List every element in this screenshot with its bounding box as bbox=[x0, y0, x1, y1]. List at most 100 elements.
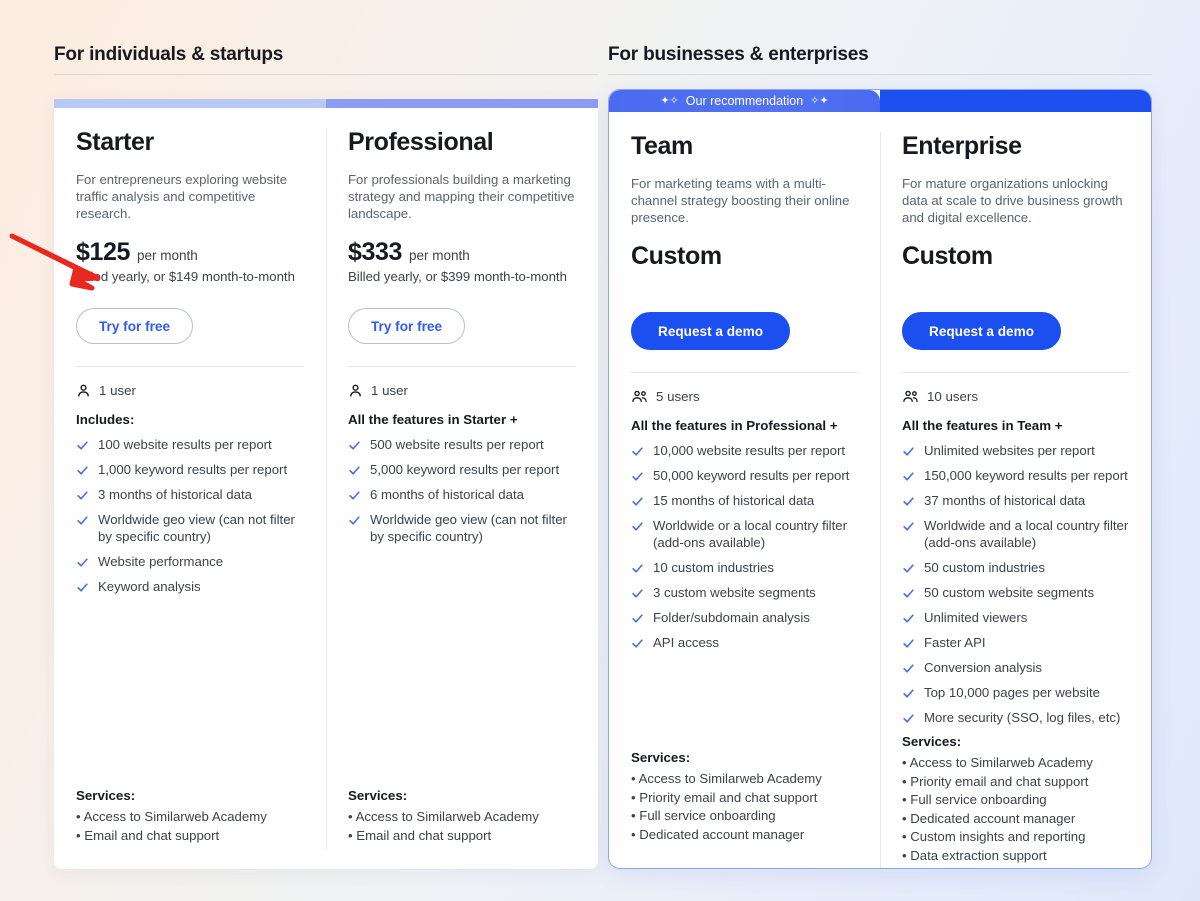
plan-price: Custom bbox=[902, 242, 993, 270]
feature-item: 50 custom website segments bbox=[902, 584, 1129, 601]
service-item: Dedicated account manager bbox=[902, 810, 1129, 829]
features-list: 100 website results per report 1,000 keyw… bbox=[76, 436, 304, 603]
feature-label: 10,000 website results per report bbox=[653, 443, 846, 458]
feature-item: 150,000 keyword results per report bbox=[902, 467, 1129, 484]
feature-item: 15 months of historical data bbox=[631, 492, 858, 509]
plan-card-team[interactable]: ✦✧ Our recommendation ✧✦ Team For market… bbox=[609, 90, 880, 868]
services-title: Services: bbox=[348, 788, 408, 803]
plan-users: 5 users bbox=[631, 389, 858, 404]
feature-item: Worldwide or a local country filter (add… bbox=[631, 517, 858, 551]
service-item: Access to Similarweb Academy bbox=[76, 808, 304, 827]
check-icon bbox=[903, 664, 914, 673]
feature-label: 37 months of historical data bbox=[924, 493, 1086, 508]
pricing-page: For individuals & startups For businesse… bbox=[0, 0, 1200, 901]
service-item: Dedicated account manager bbox=[631, 826, 858, 845]
feature-label: 50 custom industries bbox=[924, 560, 1045, 575]
try-for-free-button[interactable]: Try for free bbox=[76, 308, 194, 344]
service-item: Priority email and chat support bbox=[902, 773, 1129, 792]
feature-label: Unlimited viewers bbox=[924, 610, 1028, 625]
plan-users-label: 1 user bbox=[371, 383, 408, 398]
service-item: Email and chat support bbox=[76, 827, 304, 846]
check-icon bbox=[903, 639, 914, 648]
check-icon bbox=[77, 583, 88, 592]
plan-group-individuals: Starter For entrepreneurs exploring webs… bbox=[54, 99, 598, 869]
plan-users-label: 1 user bbox=[99, 383, 136, 398]
plan-card-enterprise[interactable]: Enterprise For mature organizations unlo… bbox=[880, 90, 1151, 868]
plan-card-starter[interactable]: Starter For entrepreneurs exploring webs… bbox=[54, 99, 326, 869]
plan-price-unit: per month bbox=[409, 248, 470, 263]
service-item: Access to Similarweb Academy bbox=[348, 808, 576, 827]
plan-users: 10 users bbox=[902, 389, 1129, 404]
check-icon bbox=[903, 447, 914, 456]
sparkle-icon-left: ✦✧ bbox=[660, 94, 679, 107]
feature-item: Worldwide geo view (can not filter by sp… bbox=[348, 511, 576, 545]
feature-label: Website performance bbox=[98, 554, 224, 569]
feature-item: Folder/subdomain analysis bbox=[631, 609, 858, 626]
check-icon bbox=[903, 497, 914, 506]
check-icon bbox=[349, 516, 360, 525]
check-icon bbox=[632, 497, 643, 506]
services-list: Access to Similarweb AcademyEmail and ch… bbox=[348, 808, 576, 845]
card-divider bbox=[902, 372, 1129, 373]
check-icon bbox=[349, 491, 360, 500]
service-item: Access to Similarweb Academy bbox=[631, 770, 858, 789]
feature-label: 50,000 keyword results per report bbox=[653, 468, 850, 483]
check-icon bbox=[903, 522, 914, 531]
service-item: Full service onboarding bbox=[902, 791, 1129, 810]
plan-price: $125 bbox=[76, 238, 131, 266]
check-icon bbox=[632, 589, 643, 598]
plan-description: For entrepreneurs exploring website traf… bbox=[76, 172, 288, 221]
feature-label: Worldwide and a local country filter (ad… bbox=[924, 518, 1129, 550]
services-title: Services: bbox=[902, 734, 962, 749]
check-icon bbox=[903, 564, 914, 573]
check-icon bbox=[349, 441, 360, 450]
services-section: Services: Access to Similarweb AcademyEm… bbox=[76, 788, 304, 869]
check-icon bbox=[77, 491, 88, 500]
feature-label: 5,000 keyword results per report bbox=[370, 462, 560, 477]
services-list: Access to Similarweb AcademyPriority ema… bbox=[902, 754, 1129, 865]
services-title: Services: bbox=[76, 788, 136, 803]
service-item: Full service onboarding bbox=[631, 807, 858, 826]
check-icon bbox=[632, 522, 643, 531]
check-icon bbox=[632, 639, 643, 648]
multi-user-icon bbox=[902, 389, 919, 404]
feature-label: 1,000 keyword results per report bbox=[98, 462, 288, 477]
card-top-strip bbox=[880, 90, 1151, 112]
feature-item: 10 custom industries bbox=[631, 559, 858, 576]
feature-item: 37 months of historical data bbox=[902, 492, 1129, 509]
features-title: Includes: bbox=[76, 412, 135, 427]
feature-item: More security (SSO, log files, etc) bbox=[902, 709, 1129, 726]
check-icon bbox=[632, 614, 643, 623]
feature-item: 6 months of historical data bbox=[348, 486, 576, 503]
plan-description: For marketing teams with a multi-channel… bbox=[631, 176, 850, 225]
request-a-demo-button[interactable]: Request a demo bbox=[631, 312, 790, 350]
plan-price-unit: per month bbox=[137, 248, 198, 263]
plan-description: For mature organizations unlocking data … bbox=[902, 176, 1123, 225]
features-list: 500 website results per report 5,000 keyw… bbox=[348, 436, 576, 553]
feature-label: 3 custom website segments bbox=[653, 585, 816, 600]
feature-item: Conversion analysis bbox=[902, 659, 1129, 676]
services-section: Services: Access to Similarweb AcademyPr… bbox=[902, 734, 1129, 868]
plan-name: Team bbox=[631, 132, 693, 160]
services-section: Services: Access to Similarweb AcademyEm… bbox=[348, 788, 576, 869]
feature-label: 100 website results per report bbox=[98, 437, 272, 452]
features-title: All the features in Starter + bbox=[348, 412, 518, 427]
try-for-free-button[interactable]: Try for free bbox=[348, 308, 466, 344]
feature-item: Top 10,000 pages per website bbox=[902, 684, 1129, 701]
check-icon bbox=[903, 689, 914, 698]
feature-label: API access bbox=[653, 635, 719, 650]
plan-card-professional[interactable]: Professional For professionals building … bbox=[326, 99, 598, 869]
plan-group-businesses: ✦✧ Our recommendation ✧✦ Team For market… bbox=[608, 89, 1152, 869]
check-icon bbox=[77, 516, 88, 525]
feature-item: 3 months of historical data bbox=[76, 486, 304, 503]
request-a-demo-button[interactable]: Request a demo bbox=[902, 312, 1061, 350]
plan-name: Starter bbox=[76, 128, 154, 156]
feature-label: Worldwide or a local country filter (add… bbox=[653, 518, 847, 550]
card-divider bbox=[76, 366, 304, 367]
feature-label: 10 custom industries bbox=[653, 560, 774, 575]
sparkle-icon-right: ✧✦ bbox=[810, 94, 829, 107]
feature-label: Top 10,000 pages per website bbox=[924, 685, 1100, 700]
feature-label: Worldwide geo view (can not filter by sp… bbox=[98, 512, 295, 544]
plan-billed-note: Billed yearly, or $149 month-to-month bbox=[76, 269, 295, 284]
plan-users-label: 5 users bbox=[656, 389, 700, 404]
